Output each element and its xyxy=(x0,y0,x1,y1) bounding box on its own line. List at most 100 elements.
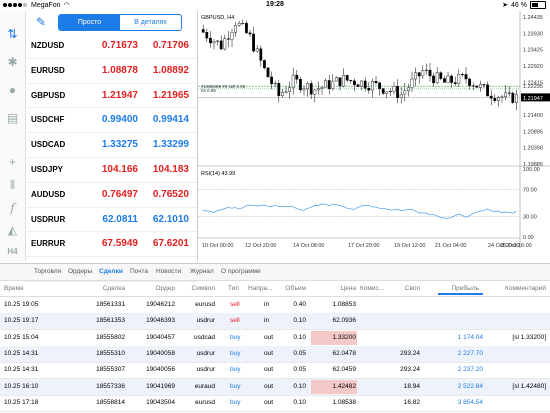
candles-icon[interactable]: ⫴ xyxy=(4,177,21,194)
chat-icon[interactable]: ● xyxy=(4,81,21,98)
edit-icon[interactable]: ✎ xyxy=(36,15,50,29)
candle-body xyxy=(266,67,270,78)
candle-body xyxy=(245,22,248,34)
function-icon[interactable]: f xyxy=(4,199,21,216)
quote-row[interactable]: GBPUSD 1.21947 1.21965 xyxy=(25,84,197,109)
quote-bid: 1.21947 xyxy=(101,89,138,101)
candle-body xyxy=(255,48,259,52)
candle-body xyxy=(320,86,324,89)
cell-price: 1.08853 xyxy=(332,301,357,308)
candle-body xyxy=(248,32,252,35)
quote-ask: 1.21965 xyxy=(152,89,189,101)
crosshair-icon[interactable]: + xyxy=(4,153,21,170)
table-row[interactable]: 10.25 16:10 18557336 19041969 euraud buy out 0… xyxy=(0,378,550,396)
column-header[interactable]: Своп xyxy=(405,285,420,292)
quote-row[interactable]: USDRUR 62.0811 62.1010 xyxy=(25,208,197,233)
column-header[interactable]: Напра... xyxy=(248,285,272,292)
cell-profit: 2 227.70 xyxy=(457,349,483,357)
quote-symbol: USDJPY xyxy=(31,164,64,174)
column-header[interactable]: Время xyxy=(4,285,24,292)
column-header[interactable]: Комис... xyxy=(360,285,384,292)
tab-3[interactable]: Почта xyxy=(130,268,148,275)
simple-view-tab[interactable]: Просто xyxy=(59,15,120,30)
quote-row[interactable]: EURRUR 67.5949 67.6201 xyxy=(25,232,197,258)
chart-icon[interactable]: ✱ xyxy=(4,53,21,70)
cell-comment: [sl 1.33200] xyxy=(512,333,546,341)
table-row[interactable]: 10.25 19:05 18561331 19046212 eurusd sell in 0… xyxy=(0,297,550,314)
cell-volume: 0.10 xyxy=(293,333,306,341)
document-icon[interactable]: ▤ xyxy=(4,109,21,126)
cell-time: 10.25 17:18 xyxy=(4,398,39,406)
tab-5[interactable]: Журнал xyxy=(190,268,214,275)
column-header[interactable]: Сделка xyxy=(103,285,125,292)
objects-icon[interactable]: ◭ xyxy=(4,221,21,238)
column-header[interactable]: Цена xyxy=(340,285,356,292)
column-header[interactable]: Ордер xyxy=(155,285,175,292)
cell-order: 19046212 xyxy=(146,301,175,308)
candle-body xyxy=(284,91,288,93)
table-row[interactable]: 10.25 17:18 18558814 19043504 eurusd buy out 0… xyxy=(0,395,550,412)
candle-body xyxy=(259,48,263,61)
tab-2[interactable]: Сделки xyxy=(99,268,123,275)
table-row[interactable]: 10.25 14:31 18555307 19040056 usdrur buy out 0… xyxy=(0,362,550,380)
candle-body xyxy=(227,38,230,40)
cell-volume: 0.10 xyxy=(293,398,306,406)
quote-row[interactable]: EURUSD 1.08878 1.08892 xyxy=(25,59,197,84)
cell-swap: 293.24 xyxy=(400,366,420,374)
quote-row[interactable]: AUDUSD 0.76497 0.76520 xyxy=(25,183,197,208)
detailed-view-tab[interactable]: В деталях xyxy=(120,15,181,30)
quote-row[interactable]: USDCHF 0.99400 0.99414 xyxy=(25,108,197,134)
location-icon: ➤ xyxy=(502,2,509,9)
quote-symbol: NZDUSD xyxy=(31,41,65,50)
column-header[interactable]: Тип xyxy=(228,285,239,292)
candle-body xyxy=(497,97,500,101)
time-tick-label: 25 Oct 16:00 xyxy=(500,243,532,249)
chart-panel[interactable]: 1.24435 1.23930 1.23425 1.22920 1.22415 1.222… xyxy=(197,11,550,261)
cell-comment: [sl 1.42480] xyxy=(512,382,546,390)
candle-body xyxy=(345,75,349,81)
cell-price: 1.33200 xyxy=(332,333,357,341)
candle-body xyxy=(277,83,281,96)
candle-body xyxy=(223,38,227,50)
quotes-icon[interactable]: ⇅ xyxy=(4,25,21,42)
cell-dir: out xyxy=(264,349,274,357)
table-row[interactable]: 10.25 14:31 18555310 19040058 usdrur buy out 0… xyxy=(0,345,550,363)
cell-volume: 0.05 xyxy=(293,366,306,374)
tab-6[interactable]: О программе xyxy=(221,268,261,275)
price-tick-label: 1.24435 xyxy=(523,15,543,21)
quote-bid: 104.166 xyxy=(101,163,138,175)
tab-1[interactable]: Ордеры xyxy=(68,268,92,275)
candle-body xyxy=(432,75,435,84)
table-row[interactable]: 10.25 15:04 18555802 19040457 usdcad buy out 0… xyxy=(0,330,550,347)
cell-type: sell xyxy=(230,301,240,308)
column-header[interactable]: Прибыль xyxy=(437,285,483,295)
quote-symbol: USDCAD xyxy=(31,140,66,150)
timeframe-icon[interactable]: H4 xyxy=(4,243,21,260)
cell-profit: 2 237.20 xyxy=(457,366,483,374)
quote-ask: 62.1010 xyxy=(152,213,189,225)
price-tick-label: 1.20895 xyxy=(523,129,543,135)
candle-body xyxy=(417,72,421,77)
tab-4[interactable]: Новости xyxy=(156,268,181,275)
quote-row[interactable]: USDJPY 104.166 104.183 xyxy=(25,158,197,183)
column-header[interactable]: Символ xyxy=(192,285,215,292)
rsi-label: RSI(14) 43.99 xyxy=(201,171,235,177)
cell-deal: 18561353 xyxy=(96,317,125,325)
chart-title: GBPUSD, H4 xyxy=(201,15,234,21)
quote-row[interactable]: USDCAD 1.33275 1.33299 xyxy=(25,133,197,158)
candle-body xyxy=(414,72,417,80)
rsi-tick-label: 100.00 xyxy=(523,167,540,173)
table-row[interactable]: 10.25 19:17 18561353 19046393 usdrur sell in 0… xyxy=(0,313,550,331)
price-tick-label: 1.20390 xyxy=(523,146,543,152)
chart-background xyxy=(198,11,550,261)
cell-profit: 3 854.54 xyxy=(457,398,483,406)
column-header[interactable]: Комментарий xyxy=(505,285,546,292)
candle-body xyxy=(212,41,216,44)
price-chart[interactable]: 1.244351.239301.234251.229201.224151.222… xyxy=(198,11,550,261)
tab-0[interactable]: Торговля xyxy=(34,268,61,275)
quote-row[interactable]: NZDUSD 0.71673 0.71706 xyxy=(25,34,197,59)
column-header[interactable]: Объем xyxy=(285,285,306,292)
candle-body xyxy=(230,32,234,40)
price-tick-label: 1.23425 xyxy=(523,48,543,54)
cell-order: 19040058 xyxy=(146,349,175,357)
